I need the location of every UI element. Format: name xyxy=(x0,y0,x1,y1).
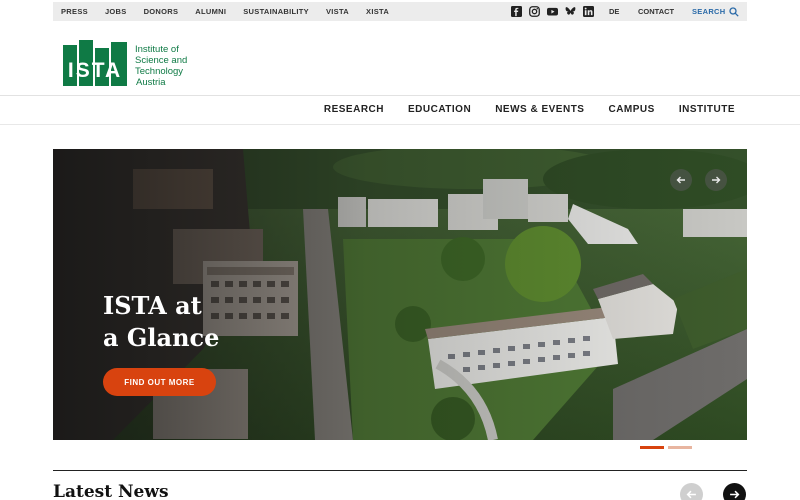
latest-news-heading: Latest News xyxy=(53,482,169,500)
hero-title: ISTA at a Glance xyxy=(103,290,263,354)
search-button[interactable]: SEARCH xyxy=(692,2,740,21)
nav-item-research[interactable]: RESEARCH xyxy=(324,104,384,115)
nav-item-news-events[interactable]: NEWS & EVENTS xyxy=(495,104,584,115)
hero-title-line-1: ISTA at xyxy=(103,291,202,320)
linkedin-icon[interactable] xyxy=(583,6,594,17)
utility-links: PRESS JOBS DONORS ALUMNI SUSTAINABILITY … xyxy=(61,2,389,21)
hero-carousel: ISTA at a Glance FIND OUT MORE xyxy=(53,149,747,440)
search-label: SEARCH xyxy=(692,7,726,16)
arrow-left-icon xyxy=(676,176,685,184)
nav-item-institute[interactable]: INSTITUTE xyxy=(679,104,735,115)
utility-link-vista[interactable]: VISTA xyxy=(326,7,349,16)
utility-link-donors[interactable]: DONORS xyxy=(144,7,179,16)
ista-logo-mark: ISTA xyxy=(63,40,127,86)
news-prev-button[interactable] xyxy=(680,483,703,500)
news-divider xyxy=(53,470,747,471)
logo-line-2: Science and xyxy=(135,55,188,66)
arrow-right-icon xyxy=(712,176,721,184)
nav-item-campus[interactable]: CAMPUS xyxy=(608,104,654,115)
youtube-icon[interactable] xyxy=(547,6,558,17)
main-nav: RESEARCH EDUCATION NEWS & EVENTS CAMPUS … xyxy=(324,96,735,122)
nav-item-education[interactable]: EDUCATION xyxy=(408,104,471,115)
utility-bar: PRESS JOBS DONORS ALUMNI SUSTAINABILITY … xyxy=(53,2,747,21)
social-links xyxy=(511,2,594,21)
find-out-more-button[interactable]: FIND OUT MORE xyxy=(103,368,216,396)
carousel-dot-1[interactable] xyxy=(640,446,664,449)
facebook-icon[interactable] xyxy=(511,6,522,17)
hero-title-line-2: a Glance xyxy=(103,323,220,352)
nav-divider xyxy=(0,124,800,125)
news-next-button[interactable] xyxy=(723,483,746,500)
instagram-icon[interactable] xyxy=(529,6,540,17)
carousel-dot-2[interactable] xyxy=(668,446,692,449)
logo-line-3: Technology xyxy=(135,66,184,77)
utility-link-jobs[interactable]: JOBS xyxy=(105,7,127,16)
logo-line-1: Institute of xyxy=(135,44,179,55)
logo-line-4: Austria xyxy=(136,77,166,88)
bluesky-icon[interactable] xyxy=(565,6,576,17)
utility-link-sustainability[interactable]: SUSTAINABILITY xyxy=(243,7,309,16)
arrow-left-icon xyxy=(686,490,696,499)
utility-link-alumni[interactable]: ALUMNI xyxy=(195,7,226,16)
ista-mark-text: ISTA xyxy=(68,59,122,82)
contact-link[interactable]: CONTACT xyxy=(638,2,674,21)
logo-wordmark: Institute of Science and Technology Aust… xyxy=(135,44,187,88)
language-switch[interactable]: DE xyxy=(609,2,619,21)
ista-logo[interactable]: ISTA Institute of Science and Technology… xyxy=(63,40,187,88)
search-icon xyxy=(729,6,740,17)
hero-next-button[interactable] xyxy=(705,169,727,191)
carousel-indicators xyxy=(640,446,692,449)
arrow-right-icon xyxy=(730,490,740,499)
hero-prev-button[interactable] xyxy=(670,169,692,191)
utility-link-press[interactable]: PRESS xyxy=(61,7,88,16)
utility-link-xista[interactable]: XISTA xyxy=(366,7,389,16)
